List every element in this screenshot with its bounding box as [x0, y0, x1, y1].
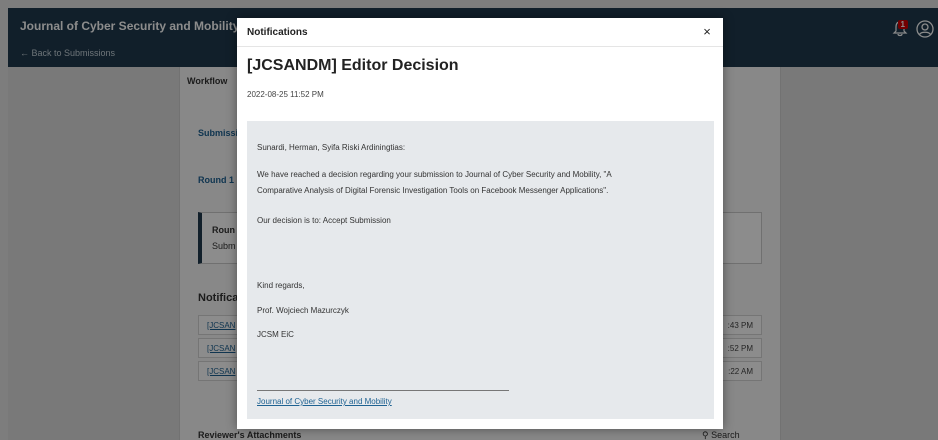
message-greeting: Sunardi, Herman, Syifa Riski Ardiningtia… — [257, 143, 406, 152]
message-signer: Prof. Wojciech Mazurczyk — [257, 306, 349, 315]
message-decision: Our decision is to: Accept Submission — [257, 216, 391, 225]
signature-divider — [257, 390, 509, 391]
message-date: 2022-08-25 11:52 PM — [247, 90, 324, 99]
message-subject: [JCSANDM] Editor Decision — [247, 57, 459, 74]
notification-modal: Notifications × [JCSANDM] Editor Decisio… — [237, 18, 723, 429]
message-paragraph-line-2: Comparative Analysis of Digital Forensic… — [257, 186, 609, 195]
message-body: Sunardi, Herman, Syifa Riski Ardiningtia… — [247, 121, 714, 419]
modal-title: Notifications — [247, 27, 308, 38]
message-signer-title: JCSM EiC — [257, 330, 294, 339]
modal-header-divider — [237, 46, 723, 47]
journal-footer-link[interactable]: Journal of Cyber Security and Mobility — [257, 397, 392, 406]
close-icon[interactable]: × — [699, 24, 715, 40]
message-paragraph-line-1: We have reached a decision regarding you… — [257, 170, 612, 179]
message-closing: Kind regards, — [257, 281, 305, 290]
